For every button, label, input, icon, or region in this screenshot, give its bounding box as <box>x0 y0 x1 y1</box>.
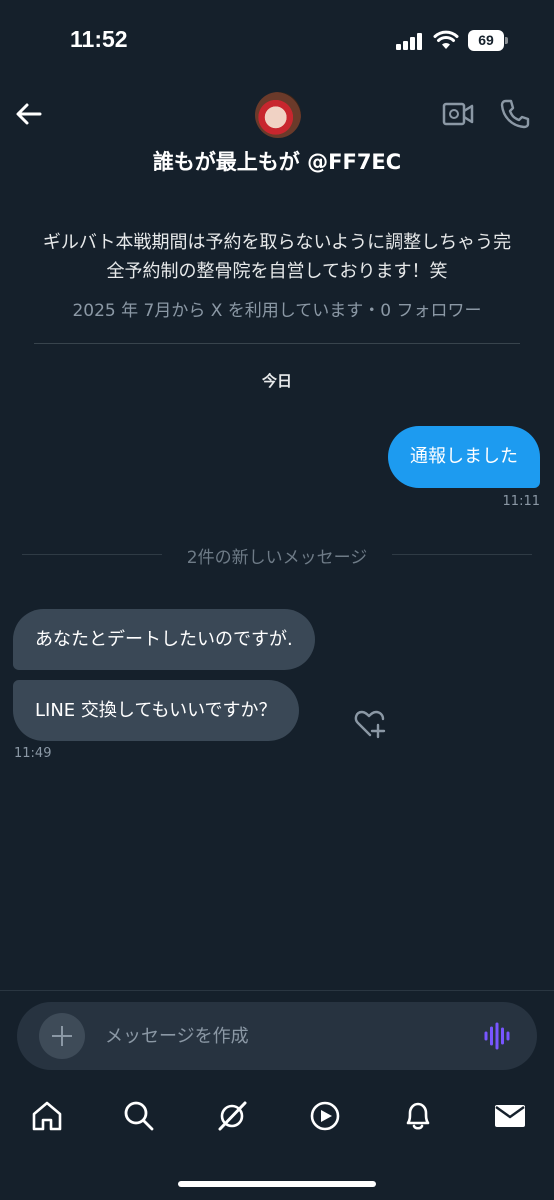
cellular-signal-icon <box>396 32 424 50</box>
outgoing-timestamp: 11:11 <box>502 494 540 509</box>
bottom-nav <box>0 1086 554 1150</box>
status-bar: 11:52 69 <box>0 0 554 82</box>
add-media-button[interactable] <box>39 1013 85 1059</box>
video-play-icon[interactable] <box>308 1099 342 1133</box>
divider <box>34 343 520 344</box>
profile-bio: ギルバト本戦期間は予約を取らないように調整しちゃう完全予約制の整骨院を自営してお… <box>42 232 512 282</box>
outgoing-message[interactable]: 通報しました <box>388 426 540 488</box>
home-icon[interactable] <box>30 1099 64 1133</box>
video-call-icon[interactable] <box>442 100 474 128</box>
arrow-left-icon[interactable] <box>12 97 46 131</box>
avatar[interactable] <box>255 92 301 138</box>
voice-message-icon[interactable] <box>483 1022 511 1050</box>
home-indicator <box>178 1181 376 1187</box>
heart-plus-icon[interactable] <box>354 709 386 739</box>
message-composer <box>17 1002 537 1070</box>
date-label: 今日 <box>261 372 292 390</box>
status-time: 11:52 <box>70 26 128 52</box>
grok-icon[interactable] <box>215 1099 249 1133</box>
phone-icon[interactable] <box>500 98 530 130</box>
search-icon[interactable] <box>122 1099 156 1133</box>
wifi-icon <box>433 30 459 49</box>
new-messages-label: 2件の新しいメッセージ <box>186 548 368 568</box>
composer-divider <box>0 990 554 991</box>
profile-meta: 2025 年 7月から X を利用しています・0 フォロワー <box>72 301 482 321</box>
battery-level: 69 <box>468 30 504 51</box>
message-input[interactable] <box>105 1016 465 1056</box>
incoming-message[interactable]: LINE 交換してもいいですか？ <box>13 680 299 741</box>
new-messages-separator: 2件の新しいメッセージ <box>22 541 532 568</box>
profile-name[interactable]: 誰もが最上もが @FF7EC <box>0 146 554 176</box>
incoming-message[interactable]: あなたとデートしたいのですが. <box>13 609 315 670</box>
battery-icon: 69 <box>468 30 508 51</box>
bell-icon[interactable] <box>401 1099 435 1133</box>
mail-icon[interactable] <box>493 1099 527 1133</box>
incoming-timestamp: 11:49 <box>14 746 52 761</box>
